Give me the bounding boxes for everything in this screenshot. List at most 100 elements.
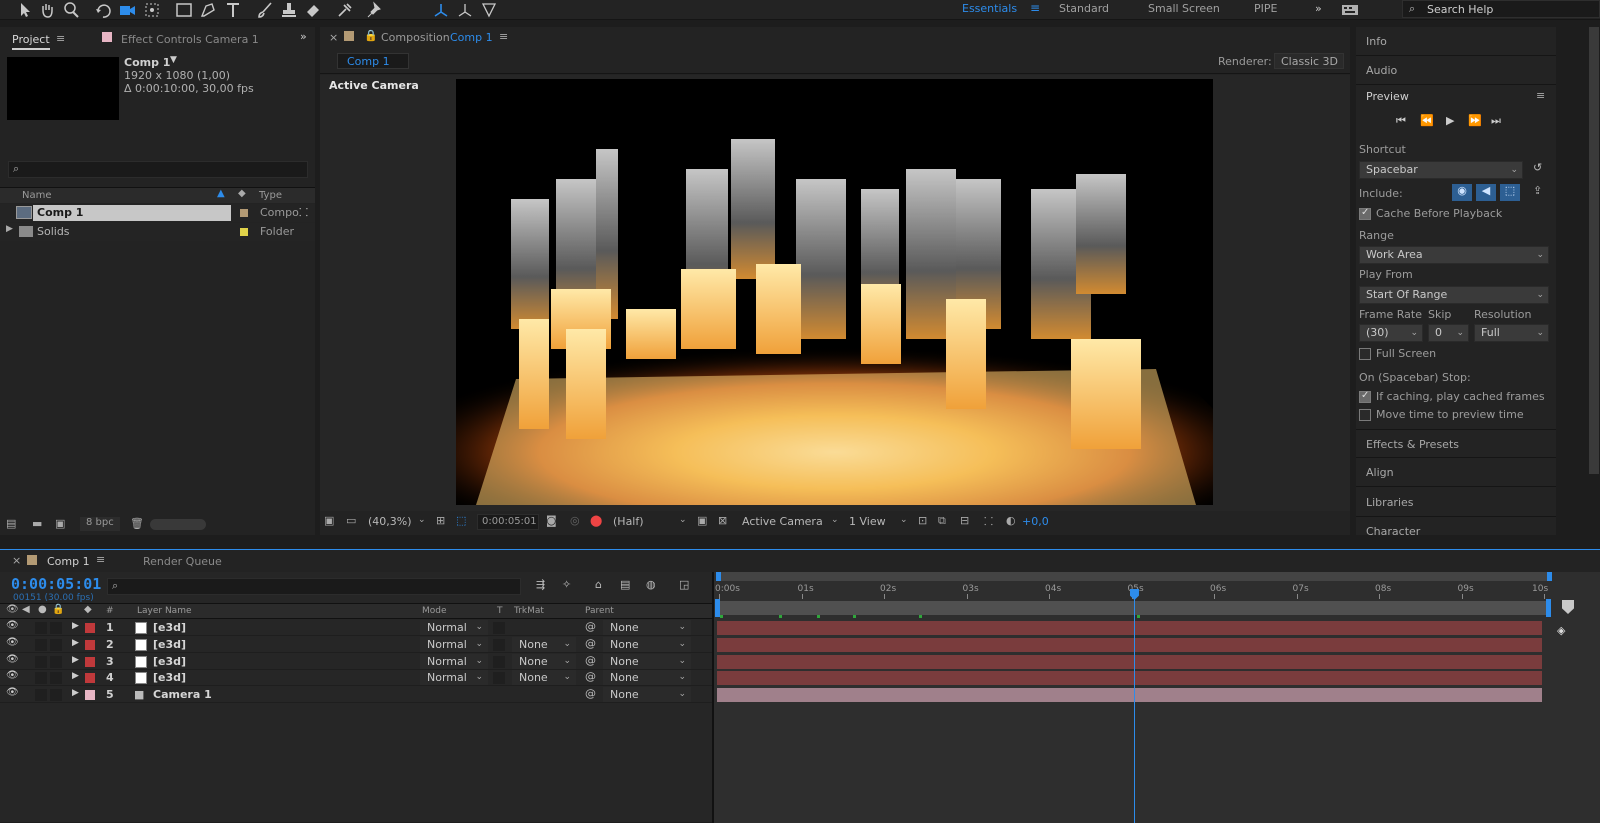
table-row[interactable]: 👁 ▶ 3 [e3d] Normal ⌄ None ⌄ @ None ⌄ [0, 653, 712, 670]
move-time-checkbox[interactable] [1359, 409, 1371, 421]
expand-arrow-icon[interactable]: ▶ [72, 638, 79, 648]
pen-tool-icon[interactable] [199, 1, 217, 19]
layer-name[interactable]: [e3d] [153, 638, 186, 651]
solo-toggle[interactable] [35, 655, 47, 668]
preserve-transparency-toggle[interactable] [493, 655, 505, 668]
include-video-icon[interactable]: ◉ [1452, 184, 1472, 201]
motion-blur-icon[interactable]: ◍ [646, 578, 656, 591]
comp-marker-bin-icon[interactable] [1562, 600, 1574, 614]
eraser-tool-icon[interactable] [304, 1, 322, 19]
magnification-value[interactable]: (40,3%) [368, 515, 412, 528]
parent-select[interactable]: None ⌄ [603, 687, 691, 703]
preserve-transparency-toggle[interactable] [493, 622, 505, 634]
project-search-input[interactable]: ⌕ [8, 161, 308, 178]
visibility-eye-icon[interactable]: 👁 [6, 687, 19, 698]
reset-icon[interactable]: ↺ [1533, 161, 1542, 174]
thumbnail-size-slider[interactable] [150, 519, 206, 530]
keyboard-icon[interactable] [1341, 1, 1359, 19]
pick-whip-icon[interactable]: @ [585, 637, 596, 650]
timeline-icon[interactable]: ⧉ [938, 514, 946, 528]
lock-toggle[interactable] [50, 638, 62, 651]
hide-shy-layers-icon[interactable]: ⌂ [595, 578, 602, 591]
visibility-eye-icon[interactable]: 👁 [6, 620, 19, 631]
play-from-select[interactable]: Start Of Range ⌄ [1359, 286, 1549, 304]
project-item-name[interactable]: Comp 1 [37, 206, 83, 219]
keyframe-marker[interactable] [919, 615, 922, 618]
workspace-small-screen[interactable]: Small Screen [1148, 2, 1220, 15]
frame-blending-icon[interactable]: ▤ [620, 578, 630, 591]
timeline-current-time[interactable]: 0:00:05:01 [11, 575, 101, 593]
pick-whip-icon[interactable]: @ [585, 620, 596, 633]
monitor-icon[interactable]: ▭ [346, 514, 356, 527]
flowchart-icon[interactable]: ⸬ [984, 514, 993, 529]
layer-duration-bar[interactable] [717, 637, 1542, 652]
parent-select[interactable]: None ⌄ [603, 620, 691, 635]
solo-toggle[interactable] [35, 638, 47, 651]
timeline-search-input[interactable]: ⌕ [107, 578, 521, 595]
view-layout-value[interactable]: 1 View [849, 515, 886, 528]
layer-duration-bar[interactable] [717, 688, 1542, 703]
table-row[interactable]: 👁 ▶ 1 [e3d] Normal ⌄ @ None ⌄ [0, 620, 712, 636]
lock-toggle[interactable] [50, 622, 62, 634]
play-icon[interactable]: ▶ [1446, 114, 1454, 127]
search-help-field[interactable]: ⌕ Search Help [1402, 0, 1600, 18]
workspace-standard[interactable]: Standard [1059, 2, 1109, 15]
blend-mode-select[interactable]: Normal ⌄ [420, 636, 488, 652]
blend-mode-select[interactable]: Normal ⌄ [420, 670, 488, 686]
toggle-pixel-aspect-icon[interactable]: ⊡ [918, 514, 927, 527]
frame-rate-select[interactable]: (30) ⌄ [1359, 324, 1423, 342]
rotation-tool-icon[interactable] [94, 1, 112, 19]
table-row[interactable]: 👁 ▶ 4 [e3d] Normal ⌄ None ⌄ @ None ⌄ [0, 670, 712, 687]
exposure-value[interactable]: +0,0 [1022, 515, 1049, 528]
blend-mode-select[interactable]: Normal ⌄ [420, 620, 488, 635]
chevron-down-icon[interactable]: ⌄ [679, 515, 687, 525]
resolution-value[interactable]: (Half) [613, 515, 644, 528]
fast-previews-icon[interactable]: ▣ [697, 514, 707, 527]
blend-mode-select[interactable]: Normal ⌄ [420, 653, 488, 669]
solo-toggle[interactable] [35, 672, 47, 685]
workspace-essentials[interactable]: Essentials [962, 2, 1017, 15]
view-axis-mode-icon[interactable] [480, 1, 498, 19]
solo-toggle[interactable] [35, 689, 47, 702]
close-panel-icon[interactable]: × [12, 554, 21, 567]
visibility-eye-icon[interactable]: 👁 [6, 637, 19, 648]
interpret-footage-icon[interactable]: ▤ [6, 517, 16, 530]
keyframe-navigator-icon[interactable]: ◈ [1557, 624, 1573, 638]
expand-arrow-icon[interactable]: ▶ [72, 621, 79, 631]
visibility-eye-icon[interactable]: 👁 [6, 670, 19, 681]
preserve-transparency-toggle[interactable] [493, 672, 505, 685]
clone-stamp-tool-icon[interactable] [280, 1, 298, 19]
align-header[interactable]: Align [1356, 458, 1556, 487]
first-frame-icon[interactable]: ⏮ [1396, 114, 1406, 128]
parent-select[interactable]: None ⌄ [603, 636, 691, 652]
panel-overflow-icon[interactable]: » [300, 30, 307, 43]
column-layer-name[interactable]: Layer Name [137, 606, 192, 616]
always-preview-icon[interactable]: ▣ [324, 514, 334, 527]
project-bpc-button[interactable]: 8 bpc [80, 517, 120, 531]
type-tool-icon[interactable] [224, 1, 242, 19]
layer-duration-bar[interactable] [717, 671, 1542, 686]
new-folder-icon[interactable]: ▬ [32, 517, 42, 530]
expand-arrow-icon[interactable]: ▶ [72, 671, 79, 681]
export-icon[interactable]: ⇪ [1533, 184, 1542, 197]
panel-menu-icon[interactable]: ≡ [499, 30, 508, 43]
pan-behind-tool-icon[interactable] [143, 1, 161, 19]
workspace-overflow-button[interactable]: » [1315, 2, 1322, 15]
keyframe-marker[interactable] [817, 615, 820, 618]
chevron-down-icon[interactable]: ⌄ [900, 515, 908, 525]
workspace-pipe[interactable]: PIPE [1254, 2, 1277, 15]
tab-render-queue[interactable]: Render Queue [143, 555, 222, 568]
label-color-swatch[interactable] [85, 656, 95, 667]
expand-arrow-icon[interactable]: ▶ [72, 688, 79, 698]
last-frame-icon[interactable]: ⏭ [1491, 114, 1501, 128]
world-axis-mode-icon[interactable] [456, 1, 474, 19]
layer-name[interactable]: Camera 1 [153, 688, 212, 701]
label-color-swatch[interactable] [85, 639, 95, 650]
local-axis-mode-icon[interactable] [432, 1, 450, 19]
character-header[interactable]: Character [1356, 517, 1556, 535]
label-tag-icon[interactable]: ◆ [238, 188, 246, 199]
shortcut-select[interactable]: Spacebar ⌄ [1359, 161, 1523, 179]
label-color-swatch[interactable] [240, 228, 248, 236]
trash-icon[interactable]: 🗑 [130, 517, 144, 530]
label-color-swatch[interactable] [240, 209, 248, 217]
